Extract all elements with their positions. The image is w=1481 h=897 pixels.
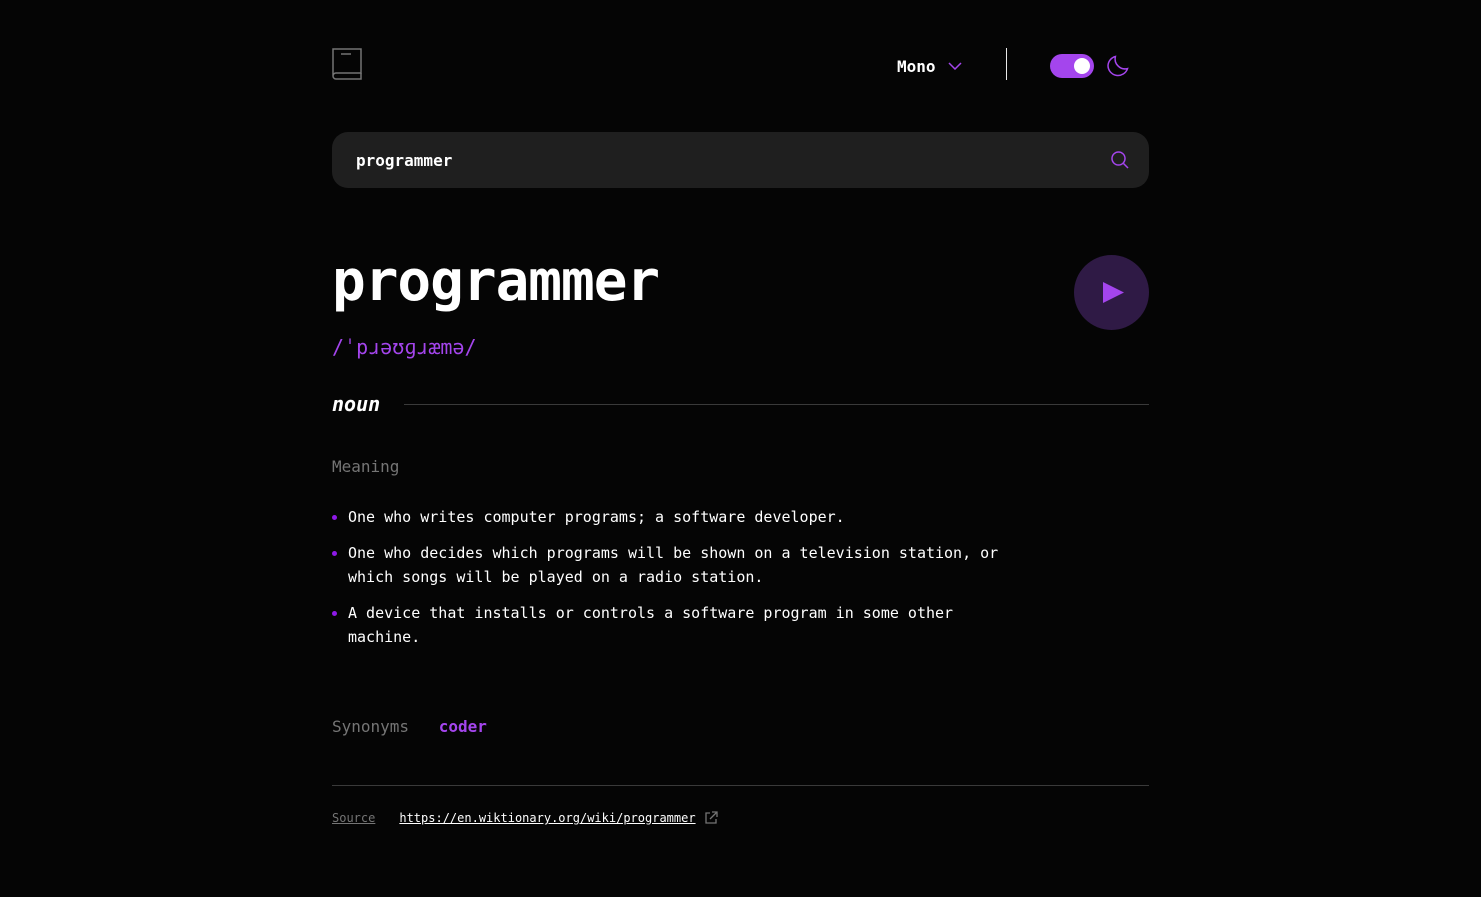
play-pronunciation-button[interactable] (1074, 255, 1149, 330)
definition-text: One who decides which programs will be s… (348, 544, 999, 586)
definition-list: One who writes computer programs; a soft… (332, 505, 1012, 661)
play-icon (1103, 282, 1124, 303)
external-link-icon[interactable] (704, 811, 718, 825)
theme-toggle[interactable] (1050, 54, 1094, 78)
source-link[interactable]: https://en.wiktionary.org/wiki/programme… (399, 809, 695, 827)
synonym-link[interactable]: coder (439, 717, 487, 736)
bullet-icon (332, 515, 337, 520)
word-title: programmer (332, 249, 660, 314)
chevron-down-icon (948, 62, 962, 70)
source-row: Source https://en.wiktionary.org/wiki/pr… (332, 809, 718, 827)
book-logo-icon[interactable] (332, 48, 362, 80)
phonetic-text: /ˈpɹəʊɡɹæmə/ (332, 335, 477, 359)
definition-item: One who decides which programs will be s… (332, 541, 1012, 589)
synonyms-label: Synonyms (332, 717, 410, 736)
search-icon[interactable] (1111, 151, 1129, 169)
search-bar (332, 132, 1149, 188)
search-input[interactable] (356, 132, 1076, 188)
bullet-icon (332, 611, 337, 616)
moon-icon (1107, 55, 1129, 77)
part-of-speech-row: noun (332, 390, 1149, 418)
font-selector[interactable]: Mono (897, 54, 962, 78)
app-header: Mono (332, 48, 1149, 82)
meaning-heading: Meaning (332, 457, 400, 476)
part-of-speech: noun (332, 392, 381, 416)
source-label: Source (332, 811, 376, 825)
definition-text: One who writes computer programs; a soft… (348, 508, 845, 526)
font-selector-label: Mono (897, 56, 936, 76)
bullet-icon (332, 551, 337, 556)
header-divider (1006, 48, 1007, 80)
definition-item: One who writes computer programs; a soft… (332, 505, 1012, 529)
synonyms-row: Synonyms coder (332, 715, 487, 739)
definition-text: A device that installs or controls a sof… (348, 604, 954, 646)
part-of-speech-divider (404, 404, 1149, 405)
footer-divider (332, 785, 1149, 786)
theme-toggle-knob (1074, 58, 1090, 74)
definition-item: A device that installs or controls a sof… (332, 601, 1012, 649)
